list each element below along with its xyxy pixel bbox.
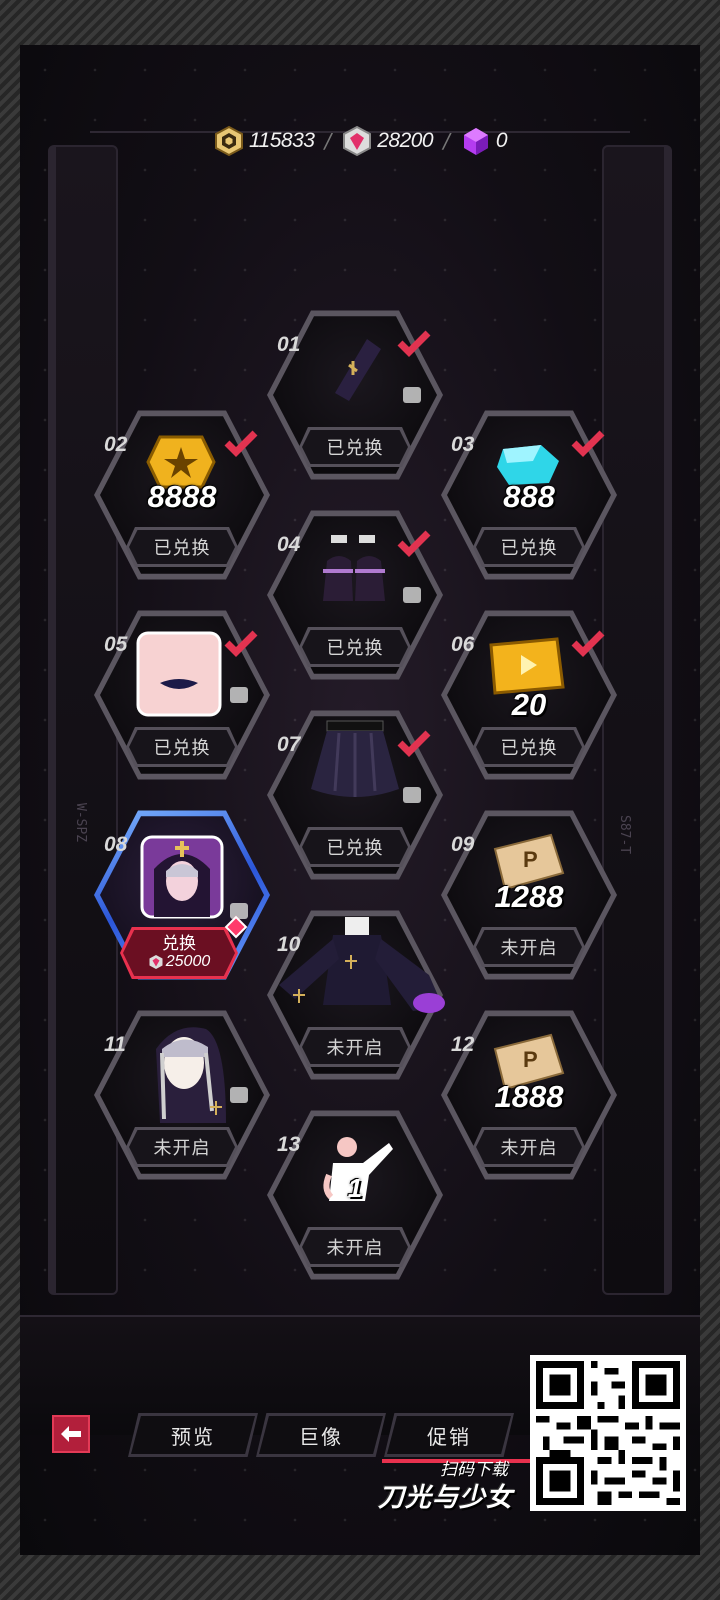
reward-slot-02[interactable]: 02 8888 已兑换 — [94, 407, 270, 583]
reward-slot-06[interactable]: 06 20 已兑换 — [441, 607, 617, 783]
currency-separator: / — [443, 129, 450, 153]
nun-portrait-icon — [140, 835, 224, 919]
gold-hex-coin-icon — [214, 125, 243, 157]
side-label-right: S87-T — [617, 815, 632, 855]
costume-tag-icon — [403, 787, 421, 803]
back-arrow-icon — [61, 1426, 81, 1442]
checkmark-icon — [224, 630, 258, 657]
redeem-cost: 25000 — [148, 953, 211, 971]
sleeve-glove-icon — [335, 339, 381, 401]
checkmark-icon — [571, 430, 605, 457]
reward-quantity: 888 — [503, 479, 555, 514]
reward-slot-11[interactable]: 11 未开启 — [94, 1007, 270, 1183]
tab-preview[interactable]: 预览 — [128, 1413, 258, 1457]
slot-status-label: 已兑换 — [473, 727, 585, 767]
currency-separator: / — [324, 129, 332, 153]
slot-number: 03 — [451, 433, 475, 456]
slot-status-label: 未开启 — [126, 1127, 238, 1167]
tab-promotion[interactable]: 促销 — [384, 1413, 514, 1457]
nun-veil-icon — [156, 1027, 226, 1123]
costume-tag-icon — [403, 387, 421, 403]
slot-status-label: 未开启 — [473, 1127, 585, 1167]
svg-text:P: P — [523, 847, 538, 872]
crystal-gem-icon — [343, 125, 372, 157]
slot-status-label: 未开启 — [299, 1027, 411, 1067]
slot-number: 10 — [277, 933, 301, 956]
slot-number: 12 — [451, 1033, 475, 1056]
slot-status-label: 已兑换 — [473, 527, 585, 567]
svg-text:P: P — [523, 1047, 538, 1072]
currency-gold[interactable]: 115833 — [213, 125, 315, 157]
reward-slot-13[interactable]: 13 1 未开启 — [267, 1107, 443, 1283]
slot-number: 09 — [451, 833, 475, 856]
costume-tag-icon — [230, 687, 248, 703]
checkmark-icon — [224, 430, 258, 457]
back-button[interactable] — [52, 1415, 90, 1453]
reward-slot-12[interactable]: 12 P 1888 未开启 — [441, 1007, 617, 1183]
skirt-icon — [311, 720, 399, 797]
reward-slot-03[interactable]: 03 888 已兑换 — [441, 407, 617, 583]
reward-quantity: 1 — [347, 1173, 363, 1203]
slot-status-label: 已兑换 — [299, 427, 411, 467]
checkmark-icon — [397, 730, 431, 757]
currency-bar: 115833 / 28200 / 0 — [20, 125, 700, 157]
slot-number: 04 — [277, 533, 301, 556]
reward-slot-05[interactable]: 05 已兑换 — [94, 607, 270, 783]
tab-colossus[interactable]: 巨像 — [256, 1413, 386, 1457]
qr-pattern-icon — [536, 1361, 680, 1505]
nun-dress-icon — [279, 917, 445, 1013]
reward-quantity: 1288 — [494, 879, 564, 914]
slot-status-label: 未开启 — [299, 1227, 411, 1267]
reward-quantity: 20 — [511, 687, 547, 722]
game-screen: W-SPZ S87-T 115833 / 28200 / 0 01 已兑换 02… — [20, 45, 700, 1555]
slot-number: 08 — [104, 833, 128, 856]
checkmark-icon — [571, 630, 605, 657]
slot-status-label: 未开启 — [473, 927, 585, 967]
reward-slot-08[interactable]: 08 兑换 25000 — [94, 807, 270, 983]
slot-number: 06 — [451, 633, 475, 656]
currency-cube[interactable]: 0 — [460, 125, 508, 157]
black-heels-icon — [323, 535, 385, 601]
slot-number: 11 — [104, 1033, 126, 1056]
reward-slot-07[interactable]: 07 已兑换 — [267, 707, 443, 883]
slot-number: 05 — [104, 633, 128, 656]
redeem-label: 兑换 — [162, 934, 196, 954]
reward-quantity: 1888 — [494, 1079, 564, 1114]
costume-tag-icon — [230, 1087, 248, 1103]
brand-logo-text: 刀光与少女 — [378, 1483, 514, 1513]
slot-number: 01 — [277, 333, 301, 356]
qr-code — [530, 1355, 686, 1511]
checkmark-icon — [397, 530, 431, 557]
lipstick-face-icon — [136, 631, 222, 717]
slot-status-label: 已兑换 — [299, 627, 411, 667]
slot-number: 07 — [277, 733, 301, 756]
reward-slot-04[interactable]: 04 已兑换 — [267, 507, 443, 683]
currency-crystal[interactable]: 28200 — [341, 125, 434, 157]
reward-slot-09[interactable]: 09 P 1288 未开启 — [441, 807, 617, 983]
purple-cube-icon — [463, 128, 488, 155]
reward-slot-10[interactable]: 10 未开启 — [267, 907, 445, 1083]
reward-quantity: 8888 — [147, 479, 217, 514]
costume-tag-icon — [403, 587, 421, 603]
checkmark-icon — [397, 330, 431, 357]
crystal-gem-icon — [149, 955, 163, 969]
currency-gold-value: 115833 — [248, 129, 315, 152]
costume-tag-icon — [230, 903, 248, 919]
slot-status-label: 已兑换 — [299, 827, 411, 867]
currency-cube-value: 0 — [495, 129, 508, 152]
reward-slot-01[interactable]: 01 已兑换 — [267, 307, 443, 483]
slot-number: 02 — [104, 433, 128, 456]
redeem-button[interactable]: 兑换 25000 — [120, 927, 238, 979]
slot-number: 13 — [277, 1133, 301, 1156]
currency-crystal-value: 28200 — [377, 129, 434, 152]
side-label-left: W-SPZ — [73, 803, 88, 843]
slot-status-label: 已兑换 — [126, 727, 238, 767]
slot-status-label: 已兑换 — [126, 527, 238, 567]
redeem-cost-value: 25000 — [165, 953, 211, 970]
